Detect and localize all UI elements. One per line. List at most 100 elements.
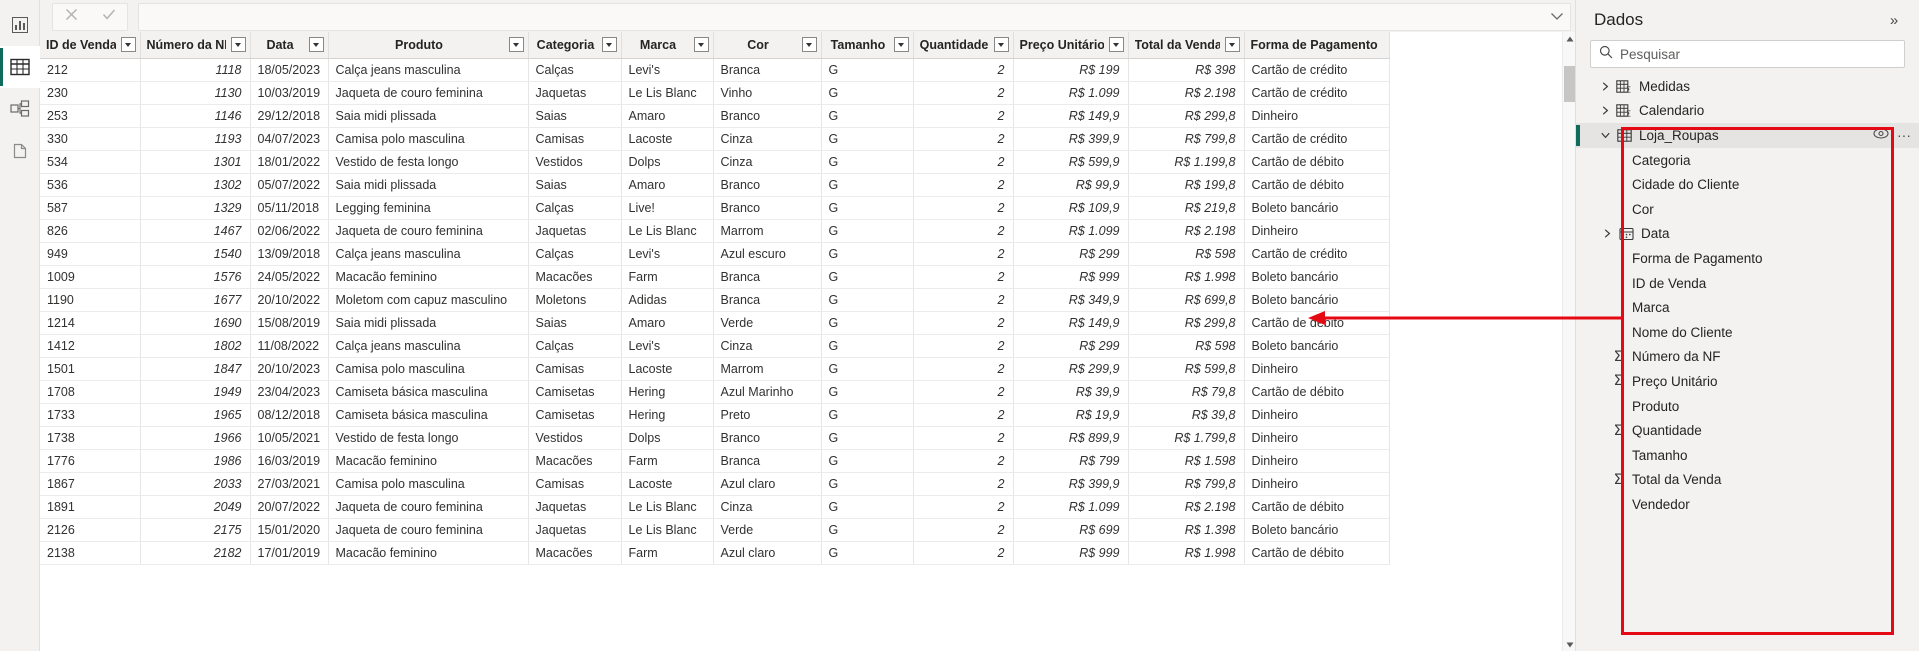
- table-cell[interactable]: R$ 699,8: [1128, 288, 1245, 312]
- table-cell[interactable]: R$ 799,8: [1128, 472, 1245, 496]
- table-cell[interactable]: 05/11/2018: [250, 196, 329, 220]
- table-cell[interactable]: Live!: [621, 196, 714, 220]
- table-cell[interactable]: Branco: [713, 196, 822, 220]
- table-cell[interactable]: 1776: [40, 449, 141, 473]
- table-cell[interactable]: 1949: [140, 380, 251, 404]
- table-cell[interactable]: G: [821, 242, 914, 266]
- table-cell[interactable]: Le Lis Blanc: [621, 495, 714, 519]
- table-cell[interactable]: R$ 299,8: [1128, 311, 1245, 335]
- table-cell[interactable]: 1847: [140, 357, 251, 381]
- table-cell[interactable]: G: [821, 426, 914, 450]
- table-row[interactable]: 330 1193 04/07/2023 Camisa polo masculina Ca…: [40, 127, 1390, 151]
- table-cell[interactable]: R$ 19,9: [1013, 403, 1129, 427]
- table-row[interactable]: 1733 1965 08/12/2018 Camiseta básica mascul…: [40, 403, 1390, 427]
- table-cell[interactable]: Camiseta básica masculina: [328, 403, 529, 427]
- table-cell[interactable]: Boleto bancário: [1244, 196, 1390, 220]
- column-filter-button[interactable]: [1224, 37, 1240, 53]
- table-cell[interactable]: Cinza: [713, 150, 822, 174]
- table-cell[interactable]: Branco: [713, 173, 822, 197]
- tree-field-cidade-do-cliente[interactable]: Cidade do Cliente: [1576, 172, 1919, 197]
- table-cell[interactable]: 2: [913, 311, 1014, 335]
- table-cell[interactable]: 2049: [140, 495, 251, 519]
- table-cell[interactable]: R$ 99,9: [1013, 173, 1129, 197]
- column-header-10[interactable]: Total da Venda: [1128, 32, 1245, 59]
- table-cell[interactable]: 1190: [40, 288, 141, 312]
- table-cell[interactable]: 949: [40, 242, 141, 266]
- table-cell[interactable]: 536: [40, 173, 141, 197]
- table-cell[interactable]: 2: [913, 127, 1014, 151]
- table-cell[interactable]: Jaqueta de couro feminina: [328, 518, 529, 542]
- table-cell[interactable]: 17/01/2019: [250, 541, 329, 565]
- table-cell[interactable]: G: [821, 472, 914, 496]
- table-cell[interactable]: Branco: [713, 104, 822, 128]
- table-cell[interactable]: Macacão feminino: [328, 449, 529, 473]
- column-filter-button[interactable]: [993, 37, 1009, 53]
- table-cell[interactable]: R$ 299: [1013, 242, 1129, 266]
- table-cell[interactable]: 2: [913, 518, 1014, 542]
- table-cell[interactable]: Le Lis Blanc: [621, 219, 714, 243]
- chevron-right-icon[interactable]: [1598, 82, 1612, 91]
- table-cell[interactable]: Cartão de crédito: [1244, 81, 1390, 105]
- table-cell[interactable]: Dolps: [621, 150, 714, 174]
- table-cell[interactable]: 10/03/2019: [250, 81, 329, 105]
- table-cell[interactable]: Cartão de crédito: [1244, 242, 1390, 266]
- table-cell[interactable]: R$ 1.099: [1013, 495, 1129, 519]
- table-cell[interactable]: Boleto bancário: [1244, 265, 1390, 289]
- table-cell[interactable]: Calças: [528, 196, 622, 220]
- tree-field-cor[interactable]: Cor: [1576, 197, 1919, 222]
- table-cell[interactable]: Cinza: [713, 495, 822, 519]
- table-cell[interactable]: R$ 1.199,8: [1128, 150, 1245, 174]
- table-cell[interactable]: 1965: [140, 403, 251, 427]
- table-cell[interactable]: 04/07/2023: [250, 127, 329, 151]
- table-row[interactable]: 1214 1690 15/08/2019 Saia midi plissada Saia…: [40, 311, 1390, 335]
- table-cell[interactable]: R$ 2.198: [1128, 495, 1245, 519]
- table-cell[interactable]: 1576: [140, 265, 251, 289]
- table-cell[interactable]: Cartão de débito: [1244, 150, 1390, 174]
- table-cell[interactable]: Marrom: [713, 357, 822, 381]
- table-cell[interactable]: R$ 1.598: [1128, 449, 1245, 473]
- table-cell[interactable]: Jaqueta de couro feminina: [328, 219, 529, 243]
- tree-field-categoria[interactable]: Categoria: [1576, 148, 1919, 173]
- chevron-right-icon[interactable]: [1600, 229, 1614, 239]
- table-cell[interactable]: 02/06/2022: [250, 219, 329, 243]
- table-cell[interactable]: 1214: [40, 311, 141, 335]
- table-cell[interactable]: 2: [913, 265, 1014, 289]
- table-cell[interactable]: Saias: [528, 311, 622, 335]
- table-cell[interactable]: 1540: [140, 242, 251, 266]
- table-cell[interactable]: Saia midi plissada: [328, 104, 529, 128]
- table-cell[interactable]: G: [821, 127, 914, 151]
- report-view-button[interactable]: [0, 4, 40, 46]
- table-row[interactable]: 536 1302 05/07/2022 Saia midi plissada Saias…: [40, 173, 1390, 197]
- column-header-5[interactable]: Marca: [621, 32, 714, 59]
- table-cell[interactable]: 2: [913, 334, 1014, 358]
- search-box[interactable]: [1590, 40, 1905, 68]
- table-cell[interactable]: Verde: [713, 311, 822, 335]
- table-cell[interactable]: 1329: [140, 196, 251, 220]
- table-cell[interactable]: G: [821, 173, 914, 197]
- table-cell[interactable]: 15/01/2020: [250, 518, 329, 542]
- table-cell[interactable]: Boleto bancário: [1244, 288, 1390, 312]
- table-cell[interactable]: 29/12/2018: [250, 104, 329, 128]
- table-cell[interactable]: Calças: [528, 242, 622, 266]
- table-cell[interactable]: R$ 399,9: [1013, 127, 1129, 151]
- tree-field-marca[interactable]: Marca: [1576, 295, 1919, 320]
- table-row[interactable]: 1738 1966 10/05/2021 Vestido de festa longo…: [40, 426, 1390, 450]
- table-cell[interactable]: 1146: [140, 104, 251, 128]
- table-cell[interactable]: Vestidos: [528, 426, 622, 450]
- table-cell[interactable]: Saia midi plissada: [328, 311, 529, 335]
- table-cell[interactable]: 2: [913, 449, 1014, 473]
- search-input[interactable]: [1620, 46, 1896, 62]
- table-cell[interactable]: R$ 699: [1013, 518, 1129, 542]
- column-header-9[interactable]: Preço Unitário: [1013, 32, 1129, 59]
- table-cell[interactable]: G: [821, 288, 914, 312]
- table-row[interactable]: 212 1118 18/05/2023 Calça jeans masculina Ca…: [40, 58, 1390, 82]
- table-cell[interactable]: Cartão de débito: [1244, 380, 1390, 404]
- table-cell[interactable]: Levi's: [621, 58, 714, 82]
- table-cell[interactable]: Macacões: [528, 265, 622, 289]
- table-cell[interactable]: R$ 2.198: [1128, 219, 1245, 243]
- table-cell[interactable]: R$ 999: [1013, 265, 1129, 289]
- table-cell[interactable]: Lacoste: [621, 127, 714, 151]
- table-cell[interactable]: 20/10/2023: [250, 357, 329, 381]
- collapse-pane-button[interactable]: »: [1883, 9, 1905, 31]
- table-cell[interactable]: Cartão de débito: [1244, 541, 1390, 565]
